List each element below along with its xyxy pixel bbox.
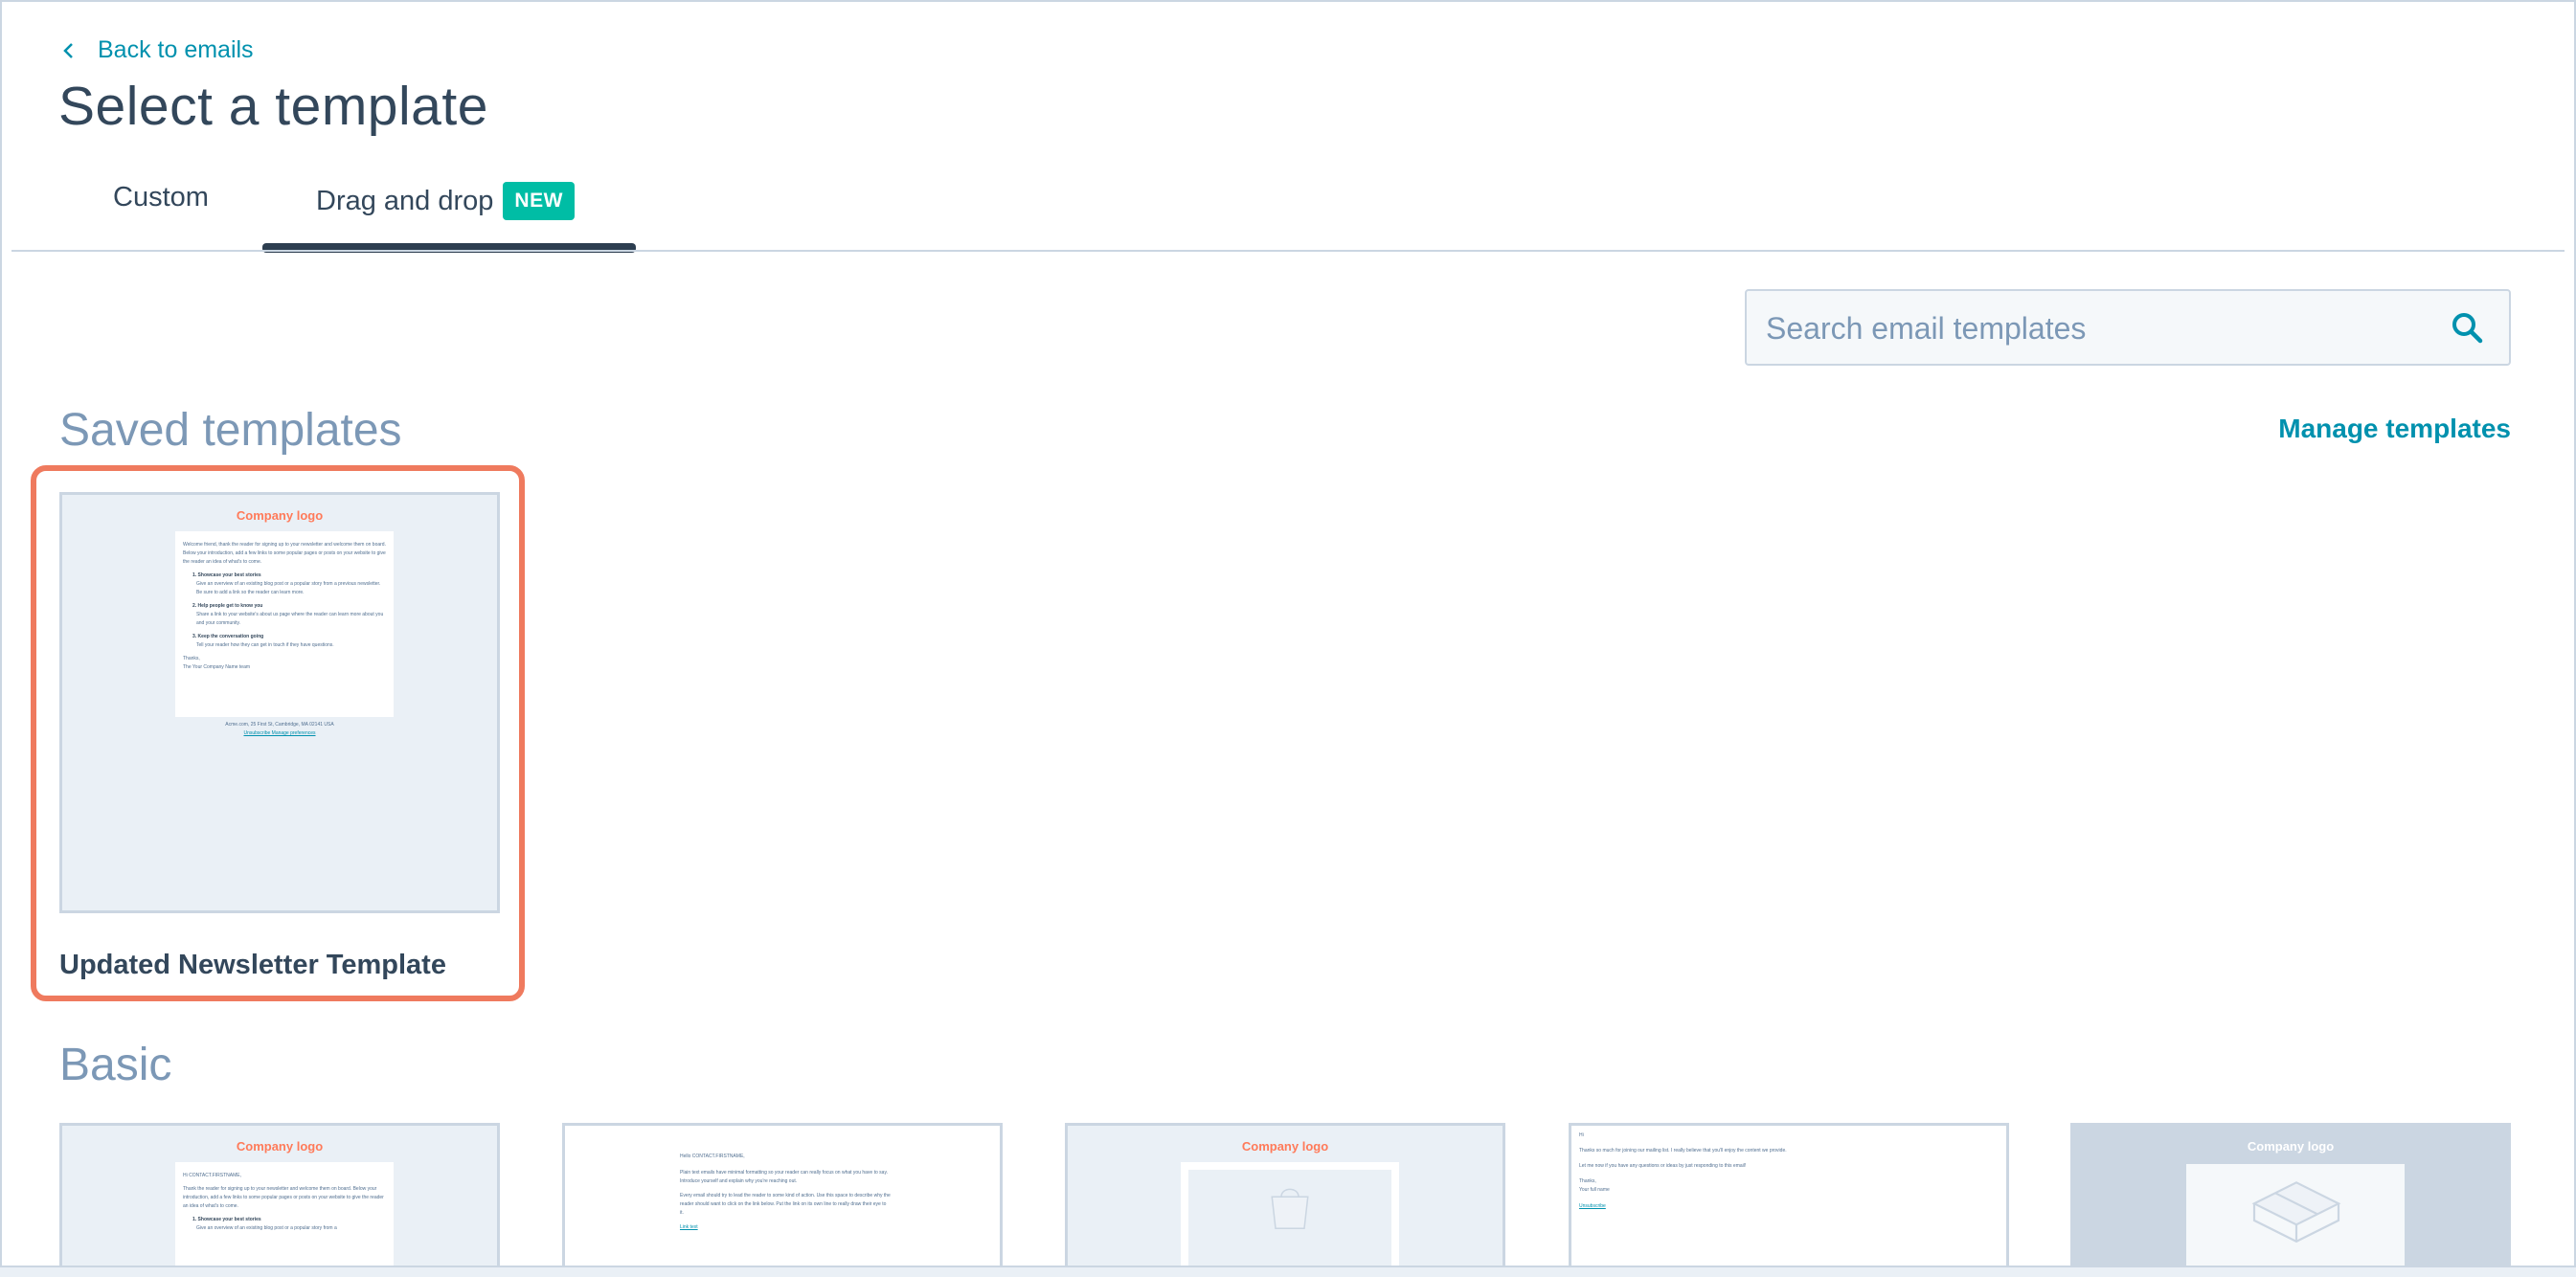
basic-template-card[interactable]: Hello CONTACT.FIRSTNAME, Plain text emai… bbox=[562, 1123, 1003, 1266]
preview-footer-address: Acme.com, 25 First St, Cambridge, MA 021… bbox=[225, 722, 334, 728]
saved-templates-heading: Saved templates bbox=[59, 405, 402, 456]
back-to-emails-link[interactable]: Back to emails bbox=[59, 36, 254, 64]
preview-item-text: Give an overview of an existing blog pos… bbox=[196, 581, 381, 595]
preview-greeting: Hi bbox=[1579, 1132, 1584, 1138]
preview-body-2: Let me now if you have any questions or … bbox=[1579, 1163, 1747, 1169]
manage-templates-link[interactable]: Manage templates bbox=[2278, 414, 2511, 444]
basic-template-card[interactable]: Hi Thanks so much for joining our mailin… bbox=[1569, 1123, 2009, 1266]
search-icon[interactable] bbox=[2450, 310, 2484, 345]
preview-item-text: Share a link to your website's about us … bbox=[196, 612, 384, 626]
gift-box-icon bbox=[2251, 1181, 2341, 1243]
email-preview-body: Hello CONTACT.FIRSTNAME, Plain text emai… bbox=[680, 1153, 891, 1232]
new-badge: NEW bbox=[503, 182, 575, 220]
window-border-top bbox=[0, 0, 2576, 2]
company-logo-text: Company logo bbox=[1241, 1139, 1329, 1154]
preview-signoff: Thanks, bbox=[183, 656, 200, 661]
preview-link: Unsubscribe bbox=[1579, 1203, 1606, 1209]
preview-link: Link text bbox=[680, 1224, 698, 1230]
saved-template-thumbnail[interactable]: Company logo Welcome friend, thank the r… bbox=[59, 492, 500, 913]
preview-body: Thanks so much for joining our mailing l… bbox=[1579, 1148, 1787, 1154]
preview-footer-links: Unsubscribe Manage preferences bbox=[243, 730, 316, 736]
back-link-label: Back to emails bbox=[98, 36, 254, 63]
preview-item-text: Tell your reader how they can get in tou… bbox=[196, 642, 334, 648]
basic-templates-heading: Basic bbox=[59, 1040, 172, 1090]
preview-name: Your full name bbox=[1579, 1187, 1610, 1193]
email-preview-body: Welcome friend, thank the reader for sig… bbox=[175, 531, 394, 717]
saved-template-name[interactable]: Updated Newsletter Template bbox=[59, 950, 446, 981]
page-title: Select a template bbox=[58, 76, 488, 137]
email-preview-body bbox=[1181, 1162, 1399, 1266]
search-input[interactable] bbox=[1764, 291, 2419, 366]
preview-item-heading: 1. Showcase your best stories bbox=[192, 572, 261, 578]
template-tabs: Custom Drag and drop NEW bbox=[0, 172, 2576, 255]
preview-body: Thank the reader for signing up to your … bbox=[183, 1186, 384, 1209]
window-border-bottom bbox=[0, 1266, 2576, 1277]
preview-item-heading: 1. Showcase your best stories bbox=[192, 1217, 261, 1222]
email-preview-body: Hi Thanks so much for joining our mailin… bbox=[1579, 1131, 2000, 1211]
basic-template-card[interactable]: Company logo bbox=[2070, 1123, 2511, 1266]
preview-body: Plain text emails have minimal formattin… bbox=[680, 1170, 888, 1184]
preview-greeting: Hi CONTACT.FIRSTNAME, bbox=[183, 1173, 242, 1178]
company-logo-text: Company logo bbox=[236, 1139, 324, 1154]
preview-body-2: Every email should try to lead the reade… bbox=[680, 1193, 891, 1216]
company-logo-text: Company logo bbox=[2247, 1139, 2335, 1154]
preview-item-text: Give an overview of an existing blog pos… bbox=[196, 1225, 337, 1231]
preview-item-heading: 3. Keep the conversation going bbox=[192, 634, 264, 639]
tab-custom-label: Custom bbox=[113, 182, 209, 213]
tab-custom[interactable]: Custom bbox=[113, 182, 209, 213]
email-preview-body bbox=[2186, 1164, 2405, 1266]
image-placeholder bbox=[1188, 1170, 1391, 1266]
chevron-left-icon bbox=[63, 42, 73, 58]
tabs-divider bbox=[11, 250, 2565, 252]
search-box bbox=[1745, 289, 2511, 366]
preview-greeting: Hello CONTACT.FIRSTNAME, bbox=[680, 1154, 745, 1159]
preview-signoff: Thanks, bbox=[1579, 1178, 1596, 1184]
shopping-bag-icon bbox=[1271, 1188, 1309, 1229]
basic-template-card[interactable]: Company logo Hi CONTACT.FIRSTNAME, Thank… bbox=[59, 1123, 500, 1266]
company-logo-text: Company logo bbox=[236, 508, 324, 523]
preview-intro: Welcome friend, thank the reader for sig… bbox=[183, 542, 386, 565]
tab-drag-and-drop[interactable]: Drag and drop NEW bbox=[316, 182, 575, 220]
preview-item-heading: 2. Help people get to know you bbox=[192, 603, 263, 609]
tab-drag-and-drop-label: Drag and drop bbox=[316, 185, 494, 216]
basic-template-card[interactable]: Company logo bbox=[1065, 1123, 1505, 1266]
email-preview-body: Hi CONTACT.FIRSTNAME, Thank the reader f… bbox=[175, 1162, 394, 1266]
preview-team: The Your Company Name team bbox=[183, 664, 251, 670]
